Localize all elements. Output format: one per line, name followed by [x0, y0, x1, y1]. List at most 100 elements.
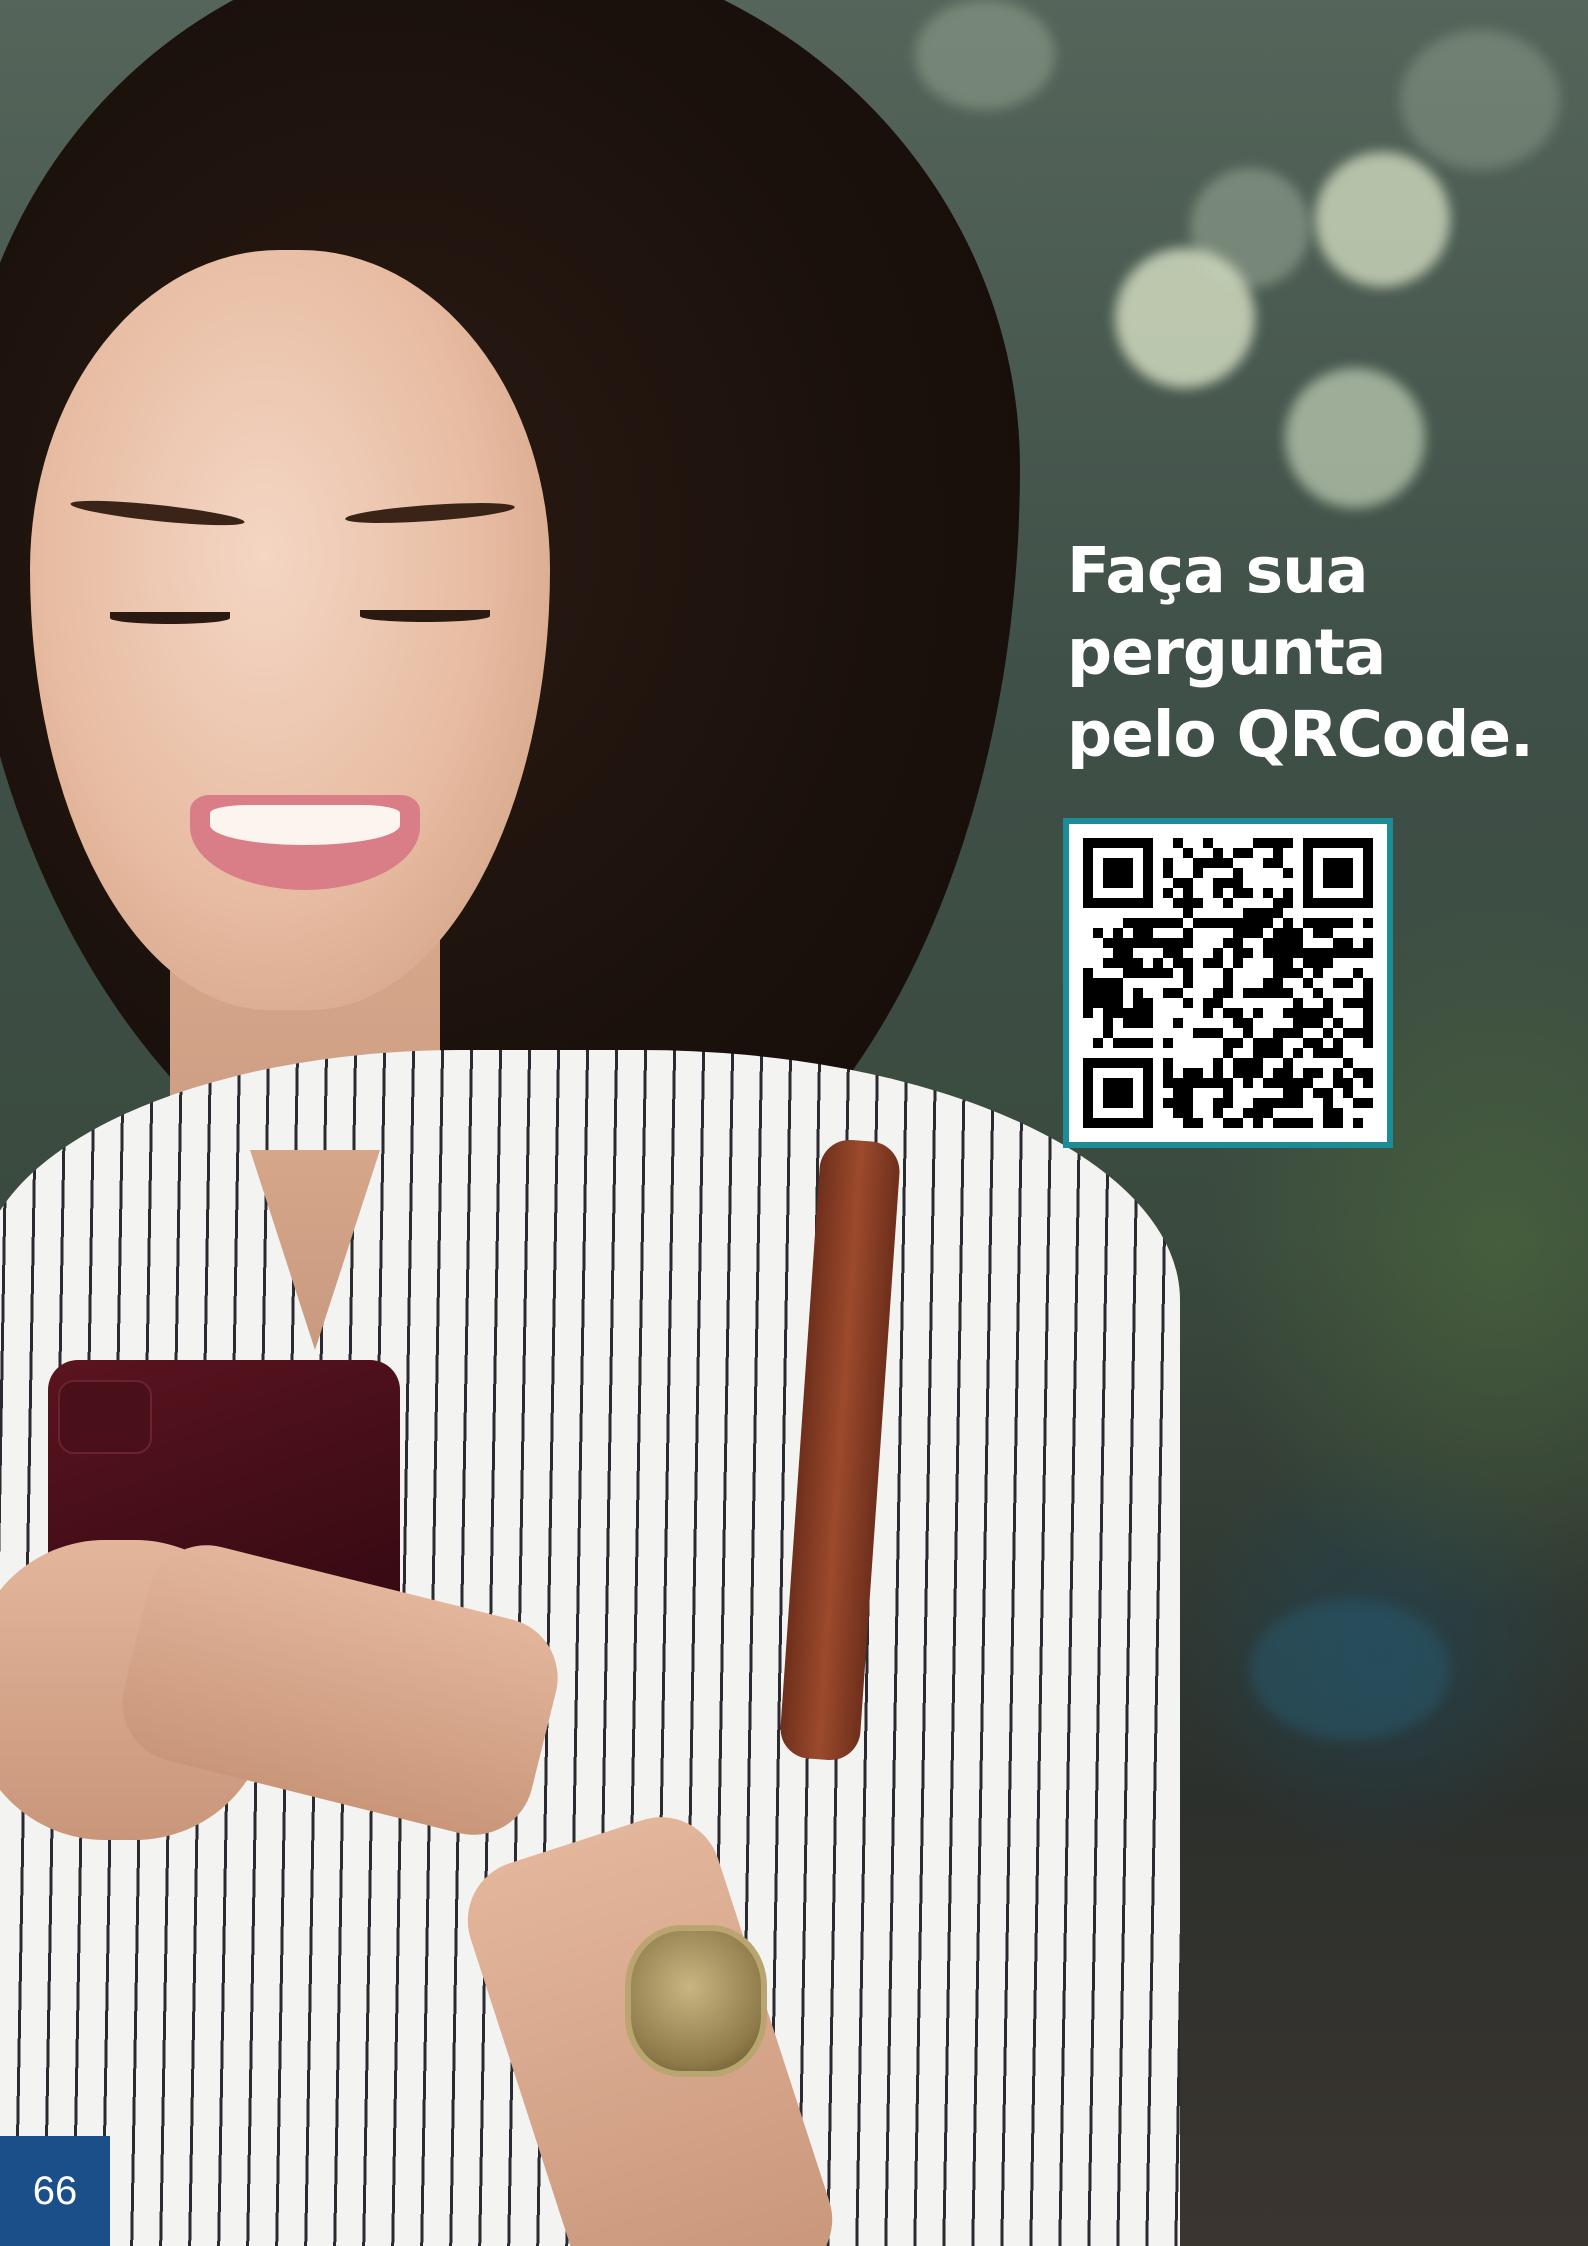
qr-module	[1303, 958, 1313, 968]
qr-module	[1203, 918, 1213, 928]
qr-module	[1273, 858, 1283, 868]
qr-module	[1353, 1028, 1363, 1038]
qr-module	[1353, 968, 1363, 978]
qr-module	[1273, 958, 1283, 968]
qr-module	[1313, 928, 1323, 938]
qr-module	[1263, 988, 1273, 998]
qr-module	[1163, 948, 1173, 958]
qr-module	[1283, 928, 1293, 938]
qr-module	[1323, 898, 1333, 908]
bokeh-light	[915, 0, 1055, 110]
qr-module	[1223, 1048, 1233, 1058]
qr-module	[1123, 918, 1133, 928]
qr-module	[1343, 868, 1353, 878]
qr-module	[1123, 898, 1133, 908]
qr-module	[1303, 1078, 1313, 1088]
qr-module	[1243, 1108, 1253, 1118]
qr-module	[1223, 1038, 1233, 1048]
qr-module	[1123, 948, 1133, 958]
qr-module	[1173, 878, 1183, 888]
qr-module	[1353, 1118, 1363, 1128]
qr-module	[1323, 1108, 1333, 1118]
qr-module	[1303, 948, 1313, 958]
qr-module	[1113, 1088, 1123, 1098]
qr-module	[1263, 1048, 1273, 1058]
qr-module	[1233, 958, 1243, 968]
qr-module	[1123, 1058, 1133, 1068]
qr-module	[1163, 918, 1173, 928]
qr-module	[1283, 1058, 1293, 1068]
qr-module	[1343, 858, 1353, 868]
qr-module	[1183, 928, 1193, 938]
qr-module	[1123, 1088, 1133, 1098]
qr-module	[1303, 1118, 1313, 1128]
qr-module	[1083, 1108, 1093, 1118]
qr-module	[1353, 998, 1363, 1008]
qr-module	[1203, 1028, 1213, 1038]
qr-module	[1183, 1118, 1193, 1128]
qr-module	[1133, 1018, 1143, 1028]
qr-module	[1233, 918, 1243, 928]
qr-module	[1363, 948, 1373, 958]
qr-module	[1313, 1038, 1323, 1048]
qr-module	[1223, 968, 1233, 978]
qr-module	[1233, 928, 1243, 938]
qr-module	[1113, 1098, 1123, 1108]
qr-module	[1083, 1118, 1093, 1128]
qr-module	[1343, 1028, 1353, 1038]
qr-module	[1163, 988, 1173, 998]
qr-module	[1133, 1118, 1143, 1128]
qr-module	[1313, 968, 1323, 978]
wristwatch	[625, 1925, 767, 2077]
qr-module	[1113, 898, 1123, 908]
qr-module	[1293, 1118, 1303, 1128]
qr-module	[1303, 848, 1313, 858]
qr-module	[1143, 1018, 1153, 1028]
qr-module	[1193, 898, 1203, 908]
qr-module	[1163, 1038, 1173, 1048]
qr-module	[1273, 848, 1283, 858]
qr-module	[1253, 1048, 1263, 1058]
qr-module	[1313, 1018, 1323, 1028]
qr-module	[1363, 1018, 1373, 1028]
qr-module	[1083, 1068, 1093, 1078]
qr-module	[1343, 998, 1353, 1008]
qr-module	[1163, 888, 1173, 898]
qr-module	[1173, 1108, 1183, 1118]
qr-module	[1293, 928, 1303, 938]
qr-module	[1123, 1118, 1133, 1128]
page-number-tab: 66	[0, 2136, 110, 2246]
qr-code[interactable]	[1063, 818, 1393, 1148]
qr-module	[1113, 1058, 1123, 1068]
qr-module	[1233, 1018, 1243, 1028]
qr-module	[1323, 1048, 1333, 1058]
qr-module	[1333, 1038, 1343, 1048]
qr-module	[1083, 868, 1093, 878]
qr-module	[1313, 838, 1323, 848]
qr-module	[1233, 868, 1243, 878]
qr-module	[1173, 838, 1183, 848]
qr-module	[1083, 998, 1093, 1008]
qr-module	[1113, 938, 1123, 948]
qr-module	[1273, 1098, 1283, 1108]
qr-module	[1283, 888, 1293, 898]
qr-module	[1103, 1058, 1113, 1068]
qr-module	[1293, 1088, 1303, 1098]
qr-module	[1303, 978, 1313, 988]
qr-module	[1163, 1078, 1173, 1088]
qr-module	[1223, 1098, 1233, 1108]
qr-module	[1283, 1068, 1293, 1078]
qr-module	[1223, 858, 1233, 868]
qr-module	[1293, 998, 1303, 1008]
qr-module	[1293, 1098, 1303, 1108]
qr-module	[1223, 1088, 1233, 1098]
qr-module	[1343, 838, 1353, 848]
qr-module	[1253, 1108, 1263, 1118]
qr-module	[1253, 1118, 1263, 1128]
qr-module	[1173, 1018, 1183, 1028]
qr-module	[1293, 938, 1303, 948]
qr-module	[1363, 978, 1373, 988]
qr-module	[1333, 938, 1343, 948]
bokeh-light	[1285, 368, 1425, 508]
qr-module	[1333, 878, 1343, 888]
